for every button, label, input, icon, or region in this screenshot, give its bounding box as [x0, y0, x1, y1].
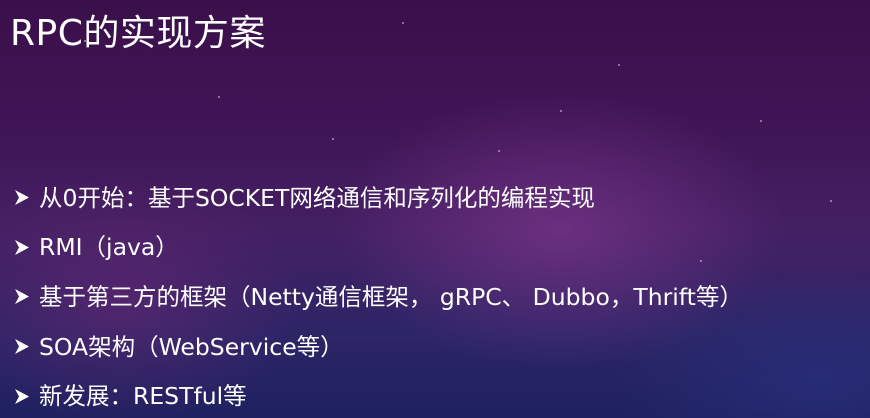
- bullet-text: 基于第三方的框架（Netty通信框架， gRPC、 Dubbo，Thrift等）: [39, 282, 743, 311]
- bullet-item: RMI（java）: [12, 223, 743, 273]
- star-dot: [830, 200, 832, 202]
- star-dot: [618, 64, 620, 66]
- star-dot: [332, 138, 334, 140]
- bullet-text: SOA架构（WebService等）: [39, 332, 344, 361]
- star-dot: [402, 22, 404, 24]
- arrow-bullet-icon: [12, 386, 33, 407]
- arrow-bullet-icon: [12, 336, 33, 357]
- star-dot: [218, 96, 220, 98]
- bullet-list: 从0开始：基于SOCKET网络通信和序列化的编程实现 RMI（java） 基于第…: [12, 173, 743, 418]
- slide-title: RPC的实现方案: [10, 13, 266, 54]
- bullet-item: 从0开始：基于SOCKET网络通信和序列化的编程实现: [12, 173, 743, 223]
- bullet-item: 新发展：RESTful等: [12, 371, 743, 418]
- arrow-bullet-icon: [12, 286, 33, 307]
- arrow-bullet-icon: [12, 187, 33, 208]
- star-dot: [498, 150, 500, 152]
- star-dot: [760, 120, 762, 122]
- star-dot: [560, 110, 562, 112]
- bullet-text: RMI（java）: [39, 233, 179, 262]
- arrow-bullet-icon: [12, 237, 33, 258]
- bullet-item: SOA架构（WebService等）: [12, 322, 743, 372]
- bullet-item: 基于第三方的框架（Netty通信框架， gRPC、 Dubbo，Thrift等）: [12, 272, 743, 322]
- bullet-text: 新发展：RESTful等: [39, 382, 247, 411]
- bullet-text: 从0开始：基于SOCKET网络通信和序列化的编程实现: [39, 183, 595, 212]
- slide: RPC的实现方案 从0开始：基于SOCKET网络通信和序列化的编程实现 RMI（…: [0, 0, 870, 418]
